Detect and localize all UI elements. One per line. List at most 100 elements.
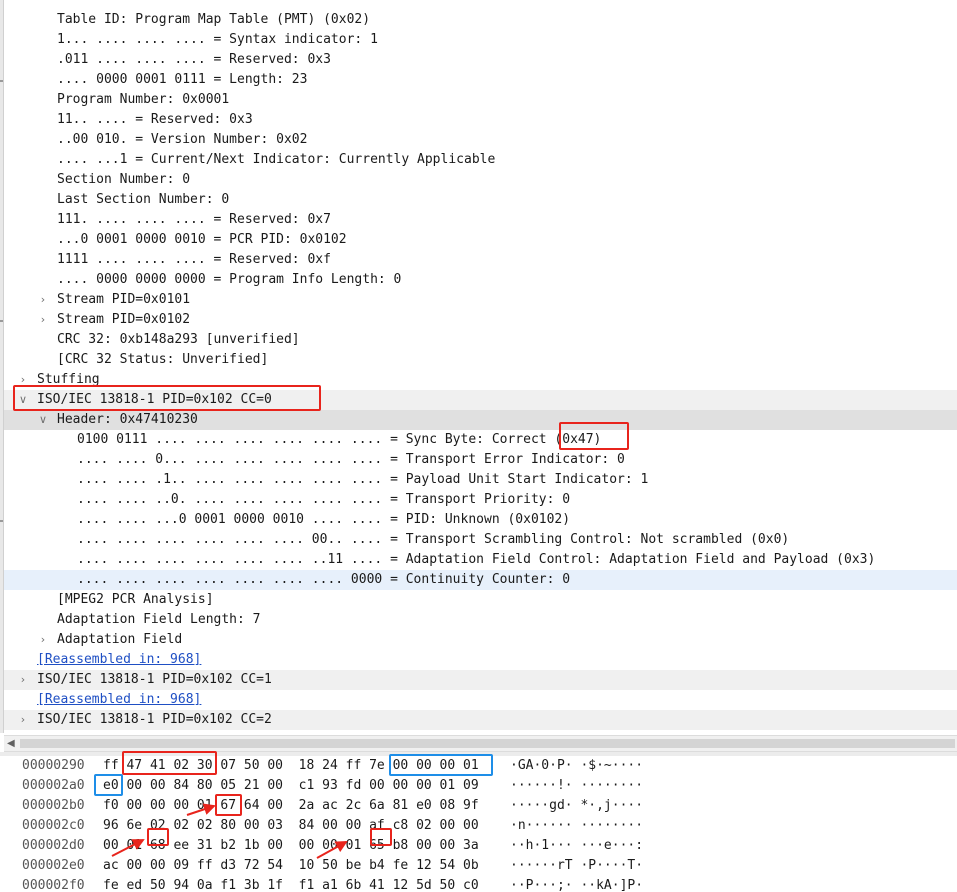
tree-field[interactable]: 1111 .... .... .... = Reserved: 0xf	[4, 250, 957, 270]
hex-row[interactable]: 000002a0 e0 00 00 84 80 05 21 00 c1 93 fd…	[0, 776, 957, 796]
arrow-left-icon[interactable]: ◀	[7, 736, 15, 751]
tree-field[interactable]: .... ...1 = Current/Next Indicator: Curr…	[4, 150, 957, 170]
ascii-bytes[interactable]: ·····gd· *·,j····	[510, 796, 643, 816]
tree-row-text: Adaptation Field Length: 7	[57, 612, 261, 627]
tree-field[interactable]: .011 .... .... .... = Reserved: 0x3	[4, 50, 957, 70]
tree-row-text: .... .... 0... .... .... .... .... .... …	[77, 452, 625, 467]
tree-field[interactable]: 111. .... .... .... = Reserved: 0x7	[4, 210, 957, 230]
hex-bytes[interactable]: f0 00 00 00 01 67 64 00 2a ac 2c 6a 81 e…	[103, 796, 479, 816]
tree-row-text: Header: 0x47410230	[57, 412, 198, 427]
tree-row-text: 1111 .... .... .... = Reserved: 0xf	[57, 252, 331, 267]
tree-field[interactable]: Table ID: Program Map Table (PMT) (0x02)	[4, 10, 957, 30]
tree-field[interactable]: [CRC 32 Status: Unverified]	[4, 350, 957, 370]
annotation-box-tsp-header-row	[13, 385, 321, 411]
tree-row-text: Table ID: Program Map Table (PMT) (0x02)	[57, 12, 371, 27]
hex-row[interactable]: 000002d0 00 01 68 ee 31 b2 1b 00 00 00 01…	[0, 836, 957, 856]
tree-field[interactable]: .... .... 0... .... .... .... .... .... …	[4, 450, 957, 470]
tree-node[interactable]: › Stream PID=0x0101	[4, 290, 957, 310]
tree-field[interactable]: Program Number: 0x0001	[4, 90, 957, 110]
tree-row-text: .... .... ...0 0001 0000 0010 .... .... …	[77, 512, 571, 527]
tree-row-text: .... .... .... .... .... .... .... 0000 …	[77, 572, 571, 587]
tree-field[interactable]: 1... .... .... .... = Syntax indicator: …	[4, 30, 957, 50]
reassembled-link[interactable]: [Reassembled in: 968]	[37, 650, 201, 670]
tree-field[interactable]: CRC 32: 0xb148a293 [unverified]	[4, 330, 957, 350]
tree-field[interactable]: ...0 0001 0000 0010 = PCR PID: 0x0102	[4, 230, 957, 250]
hex-offset: 000002f0	[22, 878, 85, 892]
tree-node[interactable]: › Stream PID=0x0102	[4, 310, 957, 330]
tree-row-text: .... .... .... .... .... .... ..11 .... …	[77, 552, 876, 567]
tree-field[interactable]: 0100 0111 .... .... .... .... .... .... …	[4, 430, 957, 450]
tree-row-text: Stream PID=0x0101	[57, 292, 191, 307]
chevron-down-icon[interactable]: ∨	[37, 410, 49, 430]
ascii-bytes[interactable]: ·n······ ········	[510, 816, 643, 836]
tree-field[interactable]: .... 0000 0001 0111 = Length: 23	[4, 70, 957, 90]
ascii-bytes[interactable]: ······!· ········	[510, 776, 643, 796]
tree-row-text: .... 0000 0001 0111 = Length: 23	[57, 72, 308, 87]
tree-row-text: Last Section Number: 0	[57, 192, 230, 207]
packet-bytes-pane[interactable]: 00000290 ff 47 41 02 30 07 50 00 18 24 ff…	[0, 756, 957, 892]
hex-bytes[interactable]: fe ed 50 94 0a f1 3b 1f f1 a1 6b 41 12 5…	[103, 876, 479, 892]
chevron-right-icon[interactable]: ›	[37, 290, 49, 310]
horizontal-scrollbar[interactable]: ◀	[4, 735, 957, 752]
hex-row[interactable]: 000002f0 fe ed 50 94 0a f1 3b 1f f1 a1 6b…	[0, 876, 957, 892]
annotation-box-start-code-1	[389, 754, 493, 776]
ascii-bytes[interactable]: ··h·1··· ···e···:	[510, 836, 643, 856]
tree-field[interactable]: [Reassembled in: 968]	[4, 690, 957, 710]
tree-node[interactable]: ∨ Header: 0x47410230	[4, 410, 957, 430]
tree-field[interactable]: .... .... ..0. .... .... .... .... .... …	[4, 490, 957, 510]
tree-field[interactable]: Adaptation Field Length: 7	[4, 610, 957, 630]
tree-field[interactable]: Last Section Number: 0	[4, 190, 957, 210]
hex-row[interactable]: 000002c0 96 6e 02 02 02 80 00 03 84 00 00…	[0, 816, 957, 836]
hex-offset: 000002a0	[22, 778, 85, 793]
hex-offset: 00000290	[22, 758, 85, 773]
tree-node[interactable]: › ISO/IEC 13818-1 PID=0x102 CC=1	[4, 670, 957, 690]
tree-field[interactable]: .... .... .1.. .... .... .... .... .... …	[4, 470, 957, 490]
tree-row-text: .... .... .1.. .... .... .... .... .... …	[77, 472, 649, 487]
reassembled-link[interactable]: [Reassembled in: 968]	[37, 690, 201, 710]
chevron-right-icon[interactable]: ›	[37, 310, 49, 330]
tree-row-text: .... 0000 0000 0000 = Program Info Lengt…	[57, 272, 402, 287]
tree-row-text: ..00 010. = Version Number: 0x02	[57, 132, 308, 147]
tree-row-text: Adaptation Field	[57, 632, 183, 647]
tree-row-text: Section Number: 0	[57, 172, 191, 187]
tree-field[interactable]: .... .... .... .... .... .... 00.. .... …	[4, 530, 957, 550]
tree-field[interactable]: .... .... .... .... .... .... ..11 .... …	[4, 550, 957, 570]
ascii-bytes[interactable]: ······rT ·P····T·	[510, 856, 643, 876]
tree-row-text: Program Number: 0x0001	[57, 92, 230, 107]
tree-field[interactable]: .... .... .... .... .... .... .... 0000 …	[4, 570, 957, 590]
tree-row-text: 11.. .... = Reserved: 0x3	[57, 112, 253, 127]
hex-bytes[interactable]: e0 00 00 84 80 05 21 00 c1 93 fd 00 00 0…	[103, 776, 479, 796]
tree-node[interactable]: › ISO/IEC 13818-1 PID=0x102 CC=2	[4, 710, 957, 730]
chevron-right-icon[interactable]: ›	[37, 630, 49, 650]
tree-field[interactable]: [Reassembled in: 968]	[4, 650, 957, 670]
tree-row-text: 1... .... .... .... = Syntax indicator: …	[57, 32, 378, 47]
hex-row[interactable]: 000002e0 ac 00 00 09 ff d3 72 54 10 50 be…	[0, 856, 957, 876]
tree-row-text: .011 .... .... .... = Reserved: 0x3	[57, 52, 331, 67]
ascii-bytes[interactable]: ·GA·0·P· ·$·~····	[510, 756, 643, 776]
tree-field[interactable]: .... 0000 0000 0000 = Program Info Lengt…	[4, 270, 957, 290]
tree-field[interactable]: 11.. .... = Reserved: 0x3	[4, 110, 957, 130]
packet-details-pane[interactable]: Table ID: Program Map Table (PMT) (0x02)…	[0, 0, 957, 733]
tree-field[interactable]: .... .... ...0 0001 0000 0010 .... .... …	[4, 510, 957, 530]
chevron-right-icon[interactable]: ›	[17, 710, 29, 730]
tree-node[interactable]: › Adaptation Field	[4, 630, 957, 650]
annotation-box-nal-68	[147, 828, 169, 846]
tree-row-text: Stream PID=0x0102	[57, 312, 191, 327]
hex-bytes[interactable]: ac 00 00 09 ff d3 72 54 10 50 be b4 fe 1…	[103, 856, 479, 876]
tree-field[interactable]: ..00 010. = Version Number: 0x02	[4, 130, 957, 150]
annotation-box-nal-65	[370, 828, 392, 846]
ascii-bytes[interactable]: ··P···;· ··kA·]P·	[510, 876, 643, 892]
tree-row-text: 111. .... .... .... = Reserved: 0x7	[57, 212, 331, 227]
hex-offset: 000002d0	[22, 838, 85, 853]
tree-row-text: [CRC 32 Status: Unverified]	[57, 352, 269, 367]
tree-row-text: ISO/IEC 13818-1 PID=0x102 CC=1	[37, 672, 272, 687]
tree-row-text: 0100 0111 .... .... .... .... .... .... …	[77, 432, 602, 447]
tree-field[interactable]: Section Number: 0	[4, 170, 957, 190]
tree-field[interactable]: [MPEG2 PCR Analysis]	[4, 590, 957, 610]
tree-row-text: [MPEG2 PCR Analysis]	[57, 592, 214, 607]
scrollbar-thumb[interactable]	[20, 739, 955, 748]
chevron-right-icon[interactable]: ›	[17, 670, 29, 690]
tree-row-text: ...0 0001 0000 0010 = PCR PID: 0x0102	[57, 232, 347, 247]
hex-row[interactable]: 000002b0 f0 00 00 00 01 67 64 00 2a ac 2c…	[0, 796, 957, 816]
tree-row-text: ISO/IEC 13818-1 PID=0x102 CC=2	[37, 712, 272, 727]
